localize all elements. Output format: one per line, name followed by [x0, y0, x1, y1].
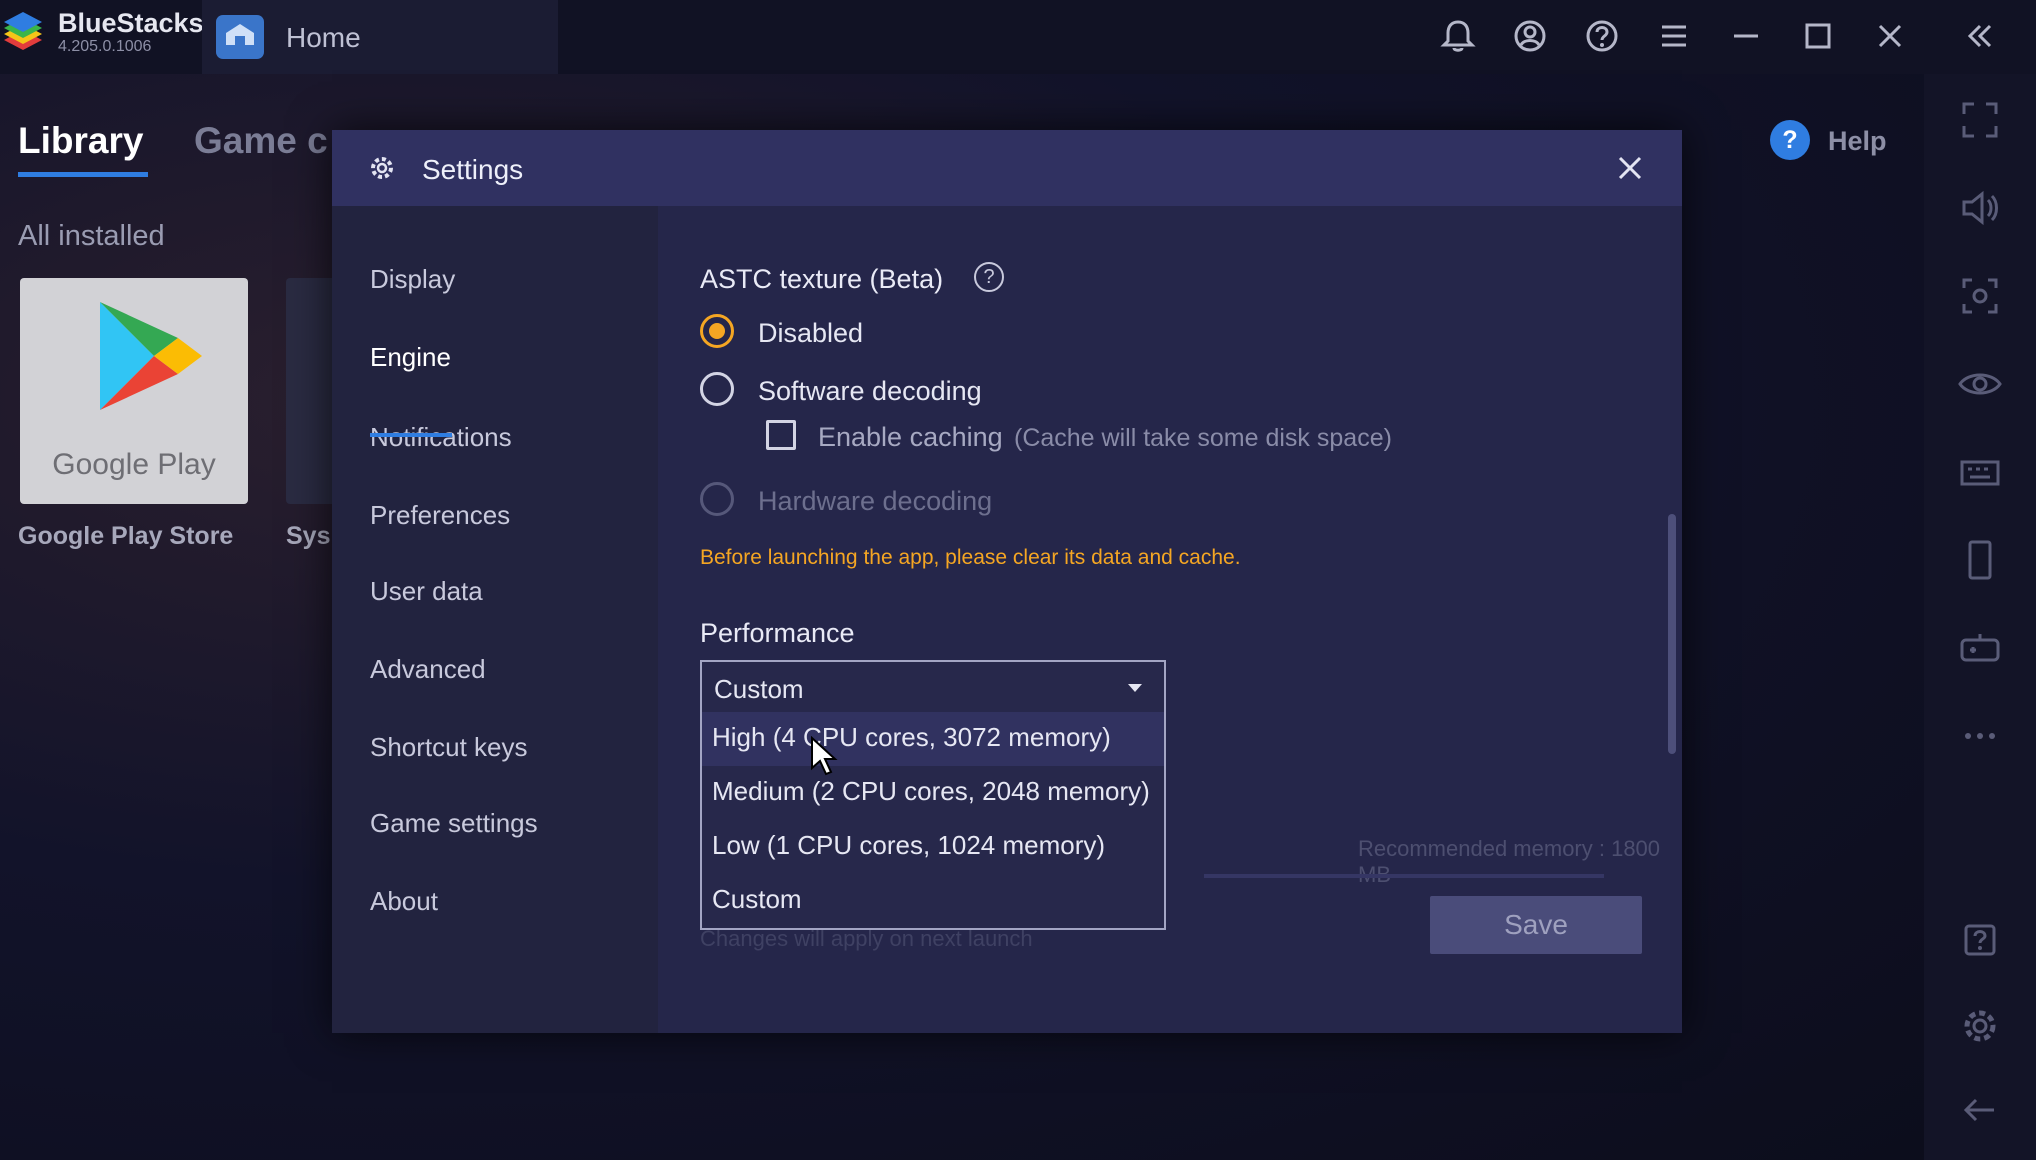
library-tab-underline: [18, 172, 148, 177]
maximize-icon[interactable]: [1796, 14, 1840, 58]
help-icon[interactable]: [1580, 14, 1624, 58]
nav-preferences[interactable]: Preferences: [370, 500, 510, 531]
google-play-tile[interactable]: Google Play: [20, 278, 248, 504]
google-play-tile-text: Google Play: [52, 448, 216, 481]
bell-icon[interactable]: [1436, 14, 1480, 58]
settings-icon[interactable]: [1954, 1000, 2006, 1052]
tab-home[interactable]: Home: [202, 0, 558, 74]
mouse-cursor-icon: [811, 736, 838, 776]
title-bar: BlueStacks 4.205.0.1006 Home: [0, 0, 2036, 74]
performance-select[interactable]: Custom: [700, 660, 1166, 714]
option-software-decoding-label[interactable]: Software decoding: [758, 376, 982, 407]
more-icon[interactable]: [1954, 710, 2006, 762]
radio-software-decoding[interactable]: [700, 372, 734, 406]
bluestacks-logo: [4, 12, 42, 50]
system-app-tile[interactable]: [286, 278, 336, 504]
home-tab-label: Home: [286, 22, 361, 53]
chevron-down-icon: [1128, 684, 1142, 692]
performance-select-value: Custom: [714, 674, 804, 704]
nav-about[interactable]: About: [370, 886, 438, 917]
settings-scrollbar[interactable]: [1668, 514, 1676, 754]
phone-icon[interactable]: [1954, 534, 2006, 586]
back-icon[interactable]: [1954, 1084, 2006, 1136]
dropdown-option-custom[interactable]: Custom: [702, 874, 1164, 928]
enable-caching-hint: (Cache will take some disk space): [1014, 424, 1392, 452]
enable-caching-checkbox[interactable]: [766, 420, 796, 450]
save-button[interactable]: Save: [1430, 896, 1642, 954]
recommended-memory: Recommended memory : 1800 MB: [1358, 836, 1661, 887]
dropdown-option-medium[interactable]: Medium (2 CPU cores, 2048 memory): [702, 766, 1164, 820]
engine-settings-content: ASTC texture (Beta) ? Disabled Software …: [658, 206, 1682, 1033]
astc-texture-label: ASTC texture (Beta): [700, 264, 944, 294]
app-label-google-play[interactable]: Google Play Store: [18, 522, 233, 551]
radio-hardware-decoding: [700, 482, 734, 516]
nav-advanced[interactable]: Advanced: [370, 654, 486, 685]
settings-nav: Display Engine Notifications Preferences…: [332, 206, 658, 1033]
app-version: 4.205.0.1006: [58, 38, 152, 55]
volume-icon[interactable]: [1954, 182, 2006, 234]
nav-game-settings[interactable]: Game settings: [370, 808, 538, 839]
menu-icon[interactable]: [1652, 14, 1696, 58]
right-toolbar: [1924, 74, 2036, 1160]
screenshot-icon[interactable]: [1954, 270, 2006, 322]
nav-display[interactable]: Display: [370, 264, 455, 295]
home-icon: [216, 15, 264, 59]
option-hardware-decoding-label: Hardware decoding: [758, 486, 993, 516]
settings-title: Settings: [422, 154, 524, 185]
help-icon[interactable]: [1954, 914, 2006, 966]
gear-icon: [366, 152, 398, 184]
collapse-icon[interactable]: [1958, 14, 2002, 58]
fullscreen-icon[interactable]: [1954, 94, 2006, 146]
gamepad-icon[interactable]: [1954, 622, 2006, 674]
account-icon[interactable]: [1508, 14, 1552, 58]
tab-game-center[interactable]: Game c: [194, 120, 328, 162]
option-disabled-label[interactable]: Disabled: [758, 318, 863, 349]
settings-dialog: Settings Display Engine Notifications Pr…: [332, 130, 1682, 1033]
help-label[interactable]: Help: [1828, 126, 1887, 157]
nav-user-data[interactable]: User data: [370, 576, 483, 607]
nav-notifications[interactable]: Notifications: [370, 422, 512, 453]
dropdown-option-low[interactable]: Low (1 CPU cores, 1024 memory): [702, 820, 1164, 874]
help-icon[interactable]: ?: [974, 262, 1004, 292]
memory-slider[interactable]: [1204, 874, 1604, 878]
nav-engine-underline: [370, 433, 452, 437]
performance-dropdown: High (4 CPU cores, 3072 memory) Medium (…: [700, 712, 1166, 930]
app-label-system[interactable]: Sys: [286, 522, 330, 551]
tab-library[interactable]: Library: [18, 120, 143, 162]
enable-caching-label[interactable]: Enable caching: [818, 422, 1003, 453]
performance-label: Performance: [700, 618, 855, 648]
nav-shortcut-keys[interactable]: Shortcut keys: [370, 732, 528, 763]
close-icon[interactable]: [1612, 150, 1648, 186]
help-icon[interactable]: ?: [1770, 120, 1810, 160]
all-installed-label[interactable]: All installed: [18, 220, 165, 253]
astc-warning: Before launching the app, please clear i…: [700, 546, 1241, 569]
radio-disabled[interactable]: [700, 314, 734, 348]
close-icon[interactable]: [1868, 14, 1912, 58]
nav-engine[interactable]: Engine: [370, 342, 451, 373]
keyboard-icon[interactable]: [1954, 446, 2006, 498]
app-name: BlueStacks: [58, 8, 204, 38]
eye-icon[interactable]: [1954, 358, 2006, 410]
dropdown-option-high[interactable]: High (4 CPU cores, 3072 memory): [702, 712, 1164, 766]
minimize-icon[interactable]: [1724, 14, 1768, 58]
settings-header: Settings: [332, 130, 1682, 206]
